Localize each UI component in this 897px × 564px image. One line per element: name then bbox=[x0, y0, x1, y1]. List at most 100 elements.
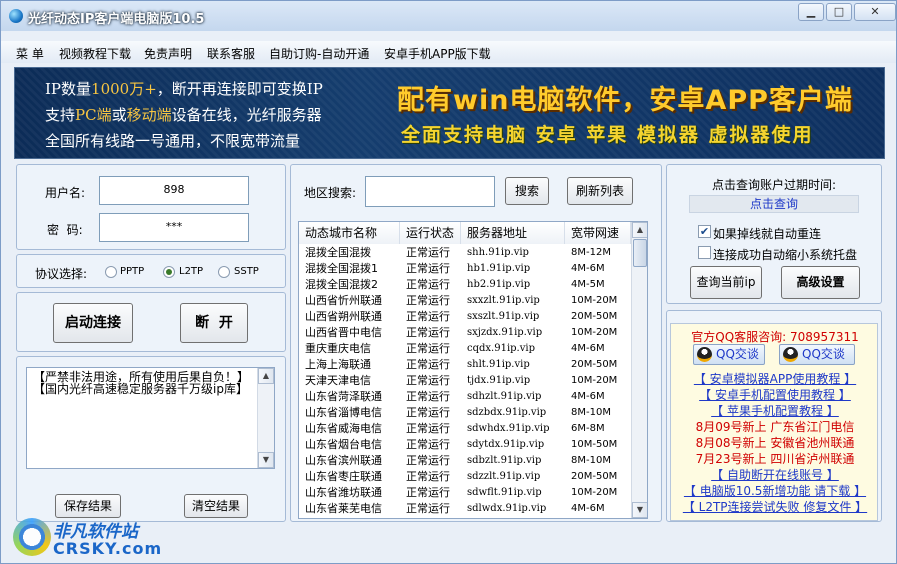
table-row[interactable]: 山东省烟台电信 正常运行 sdytdx.91ip.vip 10M-50M bbox=[299, 437, 631, 453]
scroll-down-icon[interactable]: ▼ bbox=[258, 452, 274, 468]
protocol-pptp-label: PPTP bbox=[120, 266, 145, 277]
cell-bandwidth: 4M-5M bbox=[571, 279, 605, 290]
cell-status: 正常运行 bbox=[406, 422, 450, 435]
table-row[interactable]: 山西省忻州联通 正常运行 sxxzlt.91ip.vip 10M-20M bbox=[299, 293, 631, 309]
info-link[interactable]: 【 L2TP连接尝试失败 修复文件 】 bbox=[671, 498, 879, 515]
info-link[interactable]: 【 安卓模拟器APP使用教程 】 bbox=[671, 370, 879, 387]
cell-bandwidth: 10M-20M bbox=[571, 375, 618, 386]
qq-chat-button-1[interactable]: QQ交谈 bbox=[693, 344, 765, 365]
cell-status: 正常运行 bbox=[406, 326, 450, 339]
col-city[interactable]: 动态城市名称 bbox=[299, 222, 400, 244]
protocol-pptp-radio[interactable] bbox=[105, 266, 117, 278]
auto-reconnect-label: 如果掉线就自动重连 bbox=[713, 227, 822, 241]
query-expire-link[interactable]: 点击查询 bbox=[689, 195, 859, 213]
cell-bandwidth: 6M-8M bbox=[571, 423, 605, 434]
cell-server: sdhzlt.91ip.vip bbox=[467, 391, 542, 402]
col-server[interactable]: 服务器地址 bbox=[461, 222, 565, 244]
menu-contact-support[interactable]: 联系客服 bbox=[207, 45, 255, 62]
cell-server: sxjzdx.91ip.vip bbox=[467, 327, 543, 338]
scroll-thumb[interactable] bbox=[633, 239, 647, 267]
table-scrollbar[interactable]: ▲ ▼ bbox=[631, 222, 647, 518]
qq-support-line: 官方QQ客服咨询: 708957311 bbox=[691, 330, 859, 344]
banner-line-2: 支持PC端或移动端设备在线，光纤服务器 bbox=[45, 106, 322, 124]
cell-city: 山西省忻州联通 bbox=[305, 294, 382, 307]
refresh-list-button[interactable]: 刷新列表 bbox=[567, 177, 633, 205]
cell-status: 正常运行 bbox=[406, 278, 450, 291]
info-link[interactable]: 【 自助断开在线账号 】 bbox=[671, 466, 879, 483]
table-row[interactable]: 山东省淄博电信 正常运行 sdzbdx.91ip.vip 8M-10M bbox=[299, 405, 631, 421]
info-link[interactable]: 7月23号新上 四川省泸州联通 bbox=[671, 450, 879, 467]
minimize-tray-checkbox[interactable] bbox=[698, 246, 711, 259]
connect-button[interactable]: 启动连接 bbox=[53, 303, 133, 343]
table-row[interactable]: 山东省威海电信 正常运行 sdwhdx.91ip.vip 6M-8M bbox=[299, 421, 631, 437]
cell-server: sdzzlt.91ip.vip bbox=[467, 471, 541, 482]
cell-status: 正常运行 bbox=[406, 390, 450, 403]
table-row[interactable]: 天津天津电信 正常运行 tjdx.91ip.vip 10M-20M bbox=[299, 373, 631, 389]
watermark-domain: CRSKY.com bbox=[53, 539, 163, 558]
info-link[interactable]: 【 电脑版10.5新增功能 请下载 】 bbox=[671, 482, 879, 499]
cell-server: hb1.91ip.vip bbox=[467, 263, 531, 274]
info-link[interactable]: 8月08号新上 安徽省池州联通 bbox=[671, 434, 879, 451]
table-row[interactable]: 山西省晋中电信 正常运行 sxjzdx.91ip.vip 10M-20M bbox=[299, 325, 631, 341]
region-search-input[interactable] bbox=[365, 176, 495, 207]
username-field[interactable]: 898 bbox=[99, 176, 249, 205]
minimize-button[interactable]: ▁ bbox=[798, 3, 824, 21]
menu-android-download[interactable]: 安卓手机APP版下载 bbox=[384, 45, 491, 62]
col-status[interactable]: 运行状态 bbox=[400, 222, 461, 244]
cell-server: sxxzlt.91ip.vip bbox=[467, 295, 540, 306]
table-row[interactable]: 山东省潍坊联通 正常运行 sdwflt.91ip.vip 10M-20M bbox=[299, 485, 631, 501]
auto-reconnect-checkbox[interactable]: ✔ bbox=[698, 225, 711, 238]
disconnect-button[interactable]: 断 开 bbox=[180, 303, 248, 343]
cell-bandwidth: 10M-20M bbox=[571, 327, 618, 338]
protocol-l2tp-radio[interactable] bbox=[163, 266, 175, 278]
query-ip-button[interactable]: 查询当前ip bbox=[690, 266, 762, 299]
table-row[interactable]: 上海上海联通 正常运行 shlt.91ip.vip 20M-50M bbox=[299, 357, 631, 373]
search-button[interactable]: 搜索 bbox=[505, 177, 549, 205]
cell-server: sdwhdx.91ip.vip bbox=[467, 423, 550, 434]
maximize-button[interactable]: □ bbox=[826, 3, 852, 21]
cell-city: 山东省莱芜电信 bbox=[305, 502, 382, 515]
menu-disclaimer[interactable]: 免责声明 bbox=[144, 45, 192, 62]
cell-bandwidth: 4M-6M bbox=[571, 391, 605, 402]
info-link[interactable]: 8月09号新上 广东省江门电信 bbox=[671, 418, 879, 435]
scroll-up-icon[interactable]: ▲ bbox=[632, 222, 647, 238]
info-link[interactable]: 【 安卓手机配置使用教程 】 bbox=[671, 386, 879, 403]
info-panel: 官方QQ客服咨询: 708957311 QQ交谈 QQ交谈 【 安卓模拟器APP… bbox=[670, 323, 878, 521]
cell-city: 混拨全国混拨2 bbox=[305, 278, 378, 291]
table-row[interactable]: 山东省莱芜电信 正常运行 sdlwdx.91ip.vip 4M-6M bbox=[299, 501, 631, 517]
protocol-sstp-radio[interactable] bbox=[218, 266, 230, 278]
menu-video-tutorial[interactable]: 视频教程下载 bbox=[59, 45, 131, 62]
title-bar[interactable]: 光纤动态IP客户端电脑版10.5 ▁ □ ✕ bbox=[1, 1, 896, 31]
clear-results-button[interactable]: 清空结果 bbox=[184, 494, 248, 518]
login-panel: 用户名: 898 密 码: *** bbox=[16, 164, 286, 250]
table-row[interactable]: 山东省滨州联通 正常运行 sdbzlt.91ip.vip 8M-10M bbox=[299, 453, 631, 469]
table-row[interactable]: 混拨全国混拨 正常运行 shh.91ip.vip 8M-12M bbox=[299, 245, 631, 261]
advanced-settings-button[interactable]: 高级设置 bbox=[781, 266, 860, 299]
close-button[interactable]: ✕ bbox=[854, 3, 896, 21]
password-field[interactable]: *** bbox=[99, 213, 249, 242]
log-line: 【国内光纤高速稳定服务器千万级ip库】 bbox=[33, 382, 248, 396]
table-row[interactable]: 重庆重庆电信 正常运行 cqdx.91ip.vip 4M-6M bbox=[299, 341, 631, 357]
promo-banner[interactable]: IP数量1000万+，断开再连接即可变换IP 支持PC端或移动端设备在线，光纤服… bbox=[14, 67, 885, 159]
watermark: 非凡软件站 CRSKY.com bbox=[13, 514, 161, 562]
scroll-up-icon[interactable]: ▲ bbox=[258, 368, 274, 384]
cell-server: sxszlt.91ip.vip bbox=[467, 311, 540, 322]
cell-city: 山东省潍坊联通 bbox=[305, 486, 382, 499]
cell-status: 正常运行 bbox=[406, 294, 450, 307]
qq-chat-button-2[interactable]: QQ交谈 bbox=[779, 344, 855, 365]
table-row[interactable]: 山西省朔州联通 正常运行 sxszlt.91ip.vip 20M-50M bbox=[299, 309, 631, 325]
cell-status: 正常运行 bbox=[406, 310, 450, 323]
cell-bandwidth: 20M-50M bbox=[571, 311, 618, 322]
log-output[interactable]: 【严禁非法用途，所有使用后果自负！】 【国内光纤高速稳定服务器千万级ip库】 ▲… bbox=[26, 367, 275, 469]
scroll-down-icon[interactable]: ▼ bbox=[632, 502, 647, 518]
log-scrollbar[interactable]: ▲ ▼ bbox=[257, 368, 274, 468]
table-row[interactable]: 山东省菏泽联通 正常运行 sdhzlt.91ip.vip 4M-6M bbox=[299, 389, 631, 405]
table-row[interactable]: 混拨全国混拨2 正常运行 hb2.91ip.vip 4M-5M bbox=[299, 277, 631, 293]
menu-main[interactable]: 菜 单 bbox=[16, 45, 44, 62]
table-row[interactable]: 混拨全国混拨1 正常运行 hb1.91ip.vip 4M-6M bbox=[299, 261, 631, 277]
info-link[interactable]: 【 苹果手机配置教程 】 bbox=[671, 402, 879, 419]
menu-self-order[interactable]: 自助订购-自动开通 bbox=[269, 45, 369, 62]
server-table[interactable]: 动态城市名称 运行状态 服务器地址 宽带网速 混拨全国混拨 正常运行 shh.91i… bbox=[298, 221, 648, 519]
table-row[interactable]: 山东省枣庄联通 正常运行 sdzzlt.91ip.vip 20M-50M bbox=[299, 469, 631, 485]
col-bandwidth[interactable]: 宽带网速 bbox=[565, 222, 631, 244]
